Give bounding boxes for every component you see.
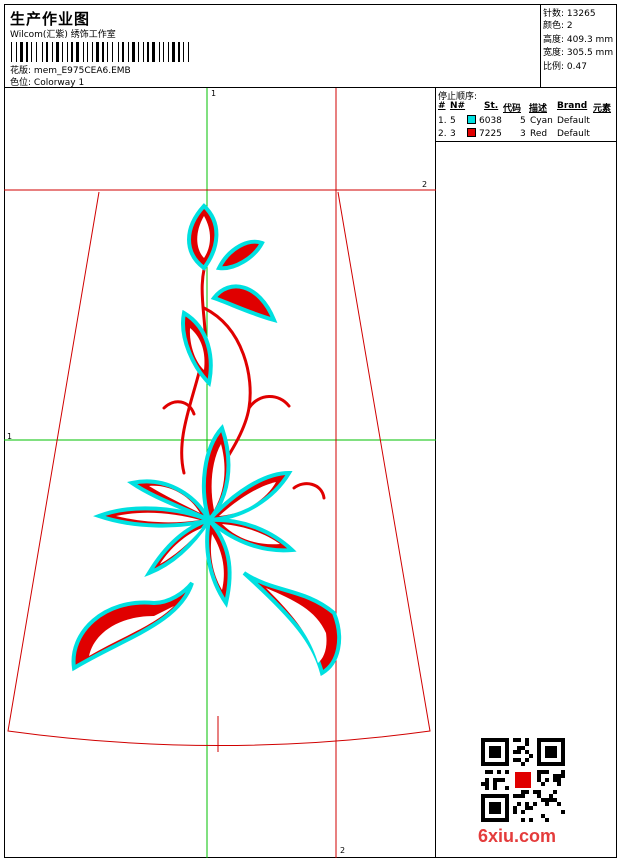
col-header-index: # xyxy=(438,101,446,111)
stat-height: 高度: 409.3 mm xyxy=(543,32,613,45)
table-divider xyxy=(436,141,617,142)
row1-needle: 5 xyxy=(450,116,456,126)
design-preview: 1 1 2 2 xyxy=(4,88,436,858)
stat-label: 宽度: xyxy=(543,48,565,58)
colorway-label: 色位: xyxy=(10,78,32,88)
stat-value: 305.5 mm xyxy=(566,48,614,58)
row2-color-swatch xyxy=(467,128,476,137)
row1-code: 6038 xyxy=(479,116,502,126)
col-header-code: 代码 xyxy=(503,104,522,114)
stat-label: 颜色: xyxy=(543,21,565,31)
col-header-desc: 描述 xyxy=(529,104,548,114)
col-header-element: 元素 xyxy=(593,104,612,114)
guide-marker-right: 2 xyxy=(422,180,428,189)
row2-index: 2. xyxy=(438,129,447,139)
stat-value: 409.3 mm xyxy=(566,35,614,45)
row2-brand: Default xyxy=(557,129,590,139)
row1-color-swatch xyxy=(467,115,476,124)
stat-colors: 颜色: 2 xyxy=(543,18,573,31)
stat-scale: 比例: 0.47 xyxy=(543,59,587,72)
colorway-line: 色位: Colorway 1 xyxy=(10,75,84,88)
row2-code: 7225 xyxy=(479,129,502,139)
col-header-needle: N# xyxy=(450,101,466,111)
row2-desc: Red xyxy=(530,129,548,139)
row2-stitches: 3 xyxy=(520,129,526,139)
guide-marker-left: 1 xyxy=(7,432,13,441)
page-title: 生产作业图 xyxy=(10,10,91,28)
stat-width: 宽度: 305.5 mm xyxy=(543,45,613,58)
stats-panel: 针数: 13265 颜色: 2 高度: 409.3 mm 宽度: 305.5 m… xyxy=(540,4,617,88)
stat-label: 高度: xyxy=(543,35,565,45)
row1-brand: Default xyxy=(557,116,590,126)
header-panel: 生产作业图 Wilcom(汇紫) 绣饰工作室 花版: mem_E975CEA6.… xyxy=(4,4,541,88)
studio-name: Wilcom(汇紫) 绣饰工作室 xyxy=(10,30,116,40)
row1-desc: Cyan xyxy=(530,116,553,126)
barcode xyxy=(11,42,189,62)
row2-needle: 3 xyxy=(450,129,456,139)
row1-stitches: 5 xyxy=(520,116,526,126)
embroidery-canvas xyxy=(4,88,436,858)
guide-marker-bottom: 2 xyxy=(340,846,346,855)
colorway-value: Colorway 1 xyxy=(33,78,85,88)
stat-value: 0.47 xyxy=(566,62,587,72)
row1-index: 1. xyxy=(438,116,447,126)
stat-label: 比例: xyxy=(543,62,565,72)
guide-marker-top: 1 xyxy=(211,89,217,98)
qr-code xyxy=(481,738,565,822)
col-header-stitches: St. xyxy=(484,101,499,111)
col-header-brand: Brand xyxy=(557,101,588,111)
watermark-logo: 6xiu.com xyxy=(478,826,557,846)
stat-value: 2 xyxy=(566,21,573,31)
